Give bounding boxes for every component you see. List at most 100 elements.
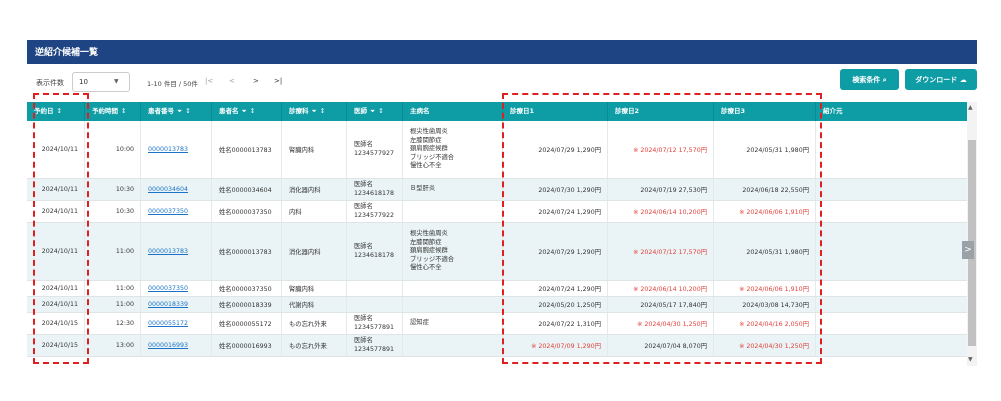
cell-main-diagnosis bbox=[403, 297, 503, 312]
column-header-patient-id[interactable]: 患者番号 ⏷ ↕ bbox=[141, 102, 212, 121]
table-row[interactable]: 2024/10/11 11:00 姓名0000018339 代謝内科 000001833… bbox=[27, 297, 967, 313]
cell-doctor-line: 医師名 bbox=[354, 203, 373, 210]
cell-department-text: もの忘れ外来 bbox=[289, 321, 327, 328]
filter-icon[interactable]: ⏷ bbox=[242, 107, 247, 115]
search-icon: ⌕ bbox=[882, 76, 887, 84]
cell-doctor-line: 1234577922 bbox=[354, 211, 395, 219]
cell-patient-name: 姓名0000037350 bbox=[212, 201, 282, 222]
cell-patient-name-text: 姓名0000013783 bbox=[219, 249, 272, 256]
cell-doctor bbox=[347, 297, 403, 312]
first-page-icon[interactable]: |< bbox=[205, 77, 213, 85]
cell-department: もの忘れ外来 bbox=[282, 335, 347, 356]
patient-id-link[interactable]: 0000013783 bbox=[148, 248, 188, 255]
column-header-referral-source: 紹介元 bbox=[816, 102, 967, 121]
patient-id-link[interactable]: 0000013783 bbox=[148, 146, 188, 153]
next-page-icon[interactable]: > bbox=[253, 77, 259, 85]
table-row[interactable]: 2024/10/11 10:30 姓名0000034604 消化器内科 00000346… bbox=[27, 179, 967, 201]
vertical-scrollbar[interactable]: ▲ ▼ bbox=[967, 102, 977, 366]
cell-patient-name-text: 姓名0000037350 bbox=[219, 209, 272, 216]
download-button[interactable]: ダウンロード ☁ bbox=[905, 69, 977, 90]
sort-icon[interactable]: ↕ bbox=[185, 107, 190, 115]
cell-main-diagnosis: 根尖性歯周炎 左膝関節症 頚肩腕症候群 ブリッジ不適合 慢性心不全 bbox=[403, 121, 503, 178]
filter-icon[interactable]: ⏷ bbox=[312, 107, 317, 115]
cell-patient-id: 0000037350 bbox=[141, 281, 212, 296]
sort-icon[interactable]: ↕ bbox=[121, 107, 126, 115]
table-row[interactable]: 2024/10/11 11:00 姓名0000013783 消化器内科 00000137… bbox=[27, 223, 967, 281]
cell-main-diagnosis-line: 認知症 bbox=[410, 319, 429, 327]
cell-reservation-time: 10:00 bbox=[85, 121, 141, 178]
patient-id-link[interactable]: 0000034604 bbox=[148, 186, 188, 193]
cell-patient-name: 姓名0000034604 bbox=[212, 179, 282, 200]
cell-department: もの忘れ外来 bbox=[282, 313, 347, 334]
page-size-select[interactable]: 10 ▼ bbox=[72, 72, 130, 92]
cell-patient-id: 0000013783 bbox=[141, 223, 212, 280]
cell-patient-id: 0000034604 bbox=[141, 179, 212, 200]
patient-id-link[interactable]: 0000037350 bbox=[148, 285, 188, 292]
cell-department-text: 消化器内科 bbox=[289, 249, 321, 256]
table-row[interactable]: 2024/10/11 10:00 姓名0000013783 腎臓内科 000001378… bbox=[27, 121, 967, 179]
cell-main-diagnosis: Ｂ型肝炎 bbox=[403, 179, 503, 200]
sort-icon[interactable]: ↕ bbox=[250, 107, 255, 115]
cell-patient-name: 姓名0000037350 bbox=[212, 281, 282, 296]
column-header-label: 診療科 bbox=[289, 107, 309, 115]
table-row[interactable]: 2024/10/11 10:30 姓名0000037350 内科 0000037350 医… bbox=[27, 201, 967, 223]
cell-doctor: 医師名 1234577891 bbox=[347, 335, 403, 356]
table-row[interactable]: 2024/10/11 11:00 姓名0000037350 腎臓内科 000003735… bbox=[27, 281, 967, 297]
column-header-department[interactable]: 診療科 ⏷ ↕ bbox=[282, 102, 347, 121]
cell-doctor-line: 1234618178 bbox=[354, 251, 395, 259]
cell-patient-name-text: 姓名0000013783 bbox=[219, 147, 272, 154]
cell-department-text: 腎臓内科 bbox=[289, 147, 315, 154]
column-header-doctor[interactable]: 医師 ⏷ ↕ bbox=[347, 102, 403, 121]
cell-main-diagnosis-line: 頚肩腕症候群 bbox=[410, 145, 448, 153]
cell-doctor: 医師名 1234618178 bbox=[347, 179, 403, 200]
patient-id-link[interactable]: 0000037350 bbox=[148, 208, 188, 215]
cell-referral-source bbox=[816, 223, 967, 280]
cell-patient-name: 姓名0000018339 bbox=[212, 297, 282, 312]
highlight-box-visit-dates bbox=[502, 93, 822, 364]
cell-patient-name-text: 姓名0000055172 bbox=[219, 321, 272, 328]
filter-icon[interactable]: ⏷ bbox=[370, 107, 375, 115]
scroll-down-icon[interactable]: ▼ bbox=[968, 356, 973, 363]
cell-referral-source bbox=[816, 335, 967, 356]
filter-icon[interactable]: ⏷ bbox=[177, 107, 182, 115]
table-row[interactable]: 2024/10/15 13:00 姓名0000016993 もの忘れ外来 0000016… bbox=[27, 335, 967, 357]
sort-icon[interactable]: ↕ bbox=[320, 107, 325, 115]
column-header-label: 患者番号 bbox=[148, 107, 174, 115]
cell-department: 内科 bbox=[282, 201, 347, 222]
sort-icon[interactable]: ↕ bbox=[378, 107, 383, 115]
cell-doctor-line: 医師名 bbox=[354, 141, 373, 148]
cell-reservation-time: 11:00 bbox=[85, 223, 141, 280]
search-conditions-button[interactable]: 検索条件 ⌕ bbox=[840, 69, 899, 90]
cell-doctor-line: 1234577927 bbox=[354, 149, 395, 157]
cell-doctor-line: 医師名 bbox=[354, 337, 373, 344]
cell-reservation-time-text: 11:00 bbox=[115, 301, 134, 308]
page-size-value: 10 bbox=[79, 78, 88, 86]
cell-patient-name: 姓名0000013783 bbox=[212, 121, 282, 178]
cell-department: 消化器内科 bbox=[282, 223, 347, 280]
column-header-patient-name[interactable]: 患者名 ⏷ ↕ bbox=[212, 102, 282, 121]
chevron-down-icon: ▼ bbox=[114, 78, 119, 85]
patient-id-link[interactable]: 0000016993 bbox=[148, 342, 188, 349]
prev-page-icon[interactable]: < bbox=[229, 77, 235, 85]
panel-header: 逆紹介候補一覧 bbox=[27, 40, 977, 64]
cell-main-diagnosis bbox=[403, 201, 503, 222]
cell-department: 消化器内科 bbox=[282, 179, 347, 200]
cell-department: 腎臓内科 bbox=[282, 121, 347, 178]
cell-referral-source bbox=[816, 179, 967, 200]
scroll-up-icon[interactable]: ▲ bbox=[968, 104, 973, 111]
cell-referral-source bbox=[816, 201, 967, 222]
column-header-main-diagnosis: 主病名 bbox=[403, 102, 503, 121]
cell-department-text: 代謝内科 bbox=[289, 302, 315, 309]
cell-reservation-time-text: 11:00 bbox=[115, 248, 134, 255]
cell-patient-id: 0000013783 bbox=[141, 121, 212, 178]
cell-doctor-line: 医師名 bbox=[354, 243, 373, 250]
cell-department-text: 腎臓内科 bbox=[289, 286, 315, 293]
last-page-icon[interactable]: >| bbox=[274, 77, 282, 85]
table-row[interactable]: 2024/10/15 12:30 姓名0000055172 もの忘れ外来 0000055… bbox=[27, 313, 967, 335]
patient-id-link[interactable]: 0000018339 bbox=[148, 301, 188, 308]
cell-patient-name: 姓名0000055172 bbox=[212, 313, 282, 334]
cell-main-diagnosis-line: ブリッジ不適合 bbox=[410, 255, 455, 263]
side-panel-toggle-icon[interactable]: > bbox=[962, 241, 974, 259]
patient-id-link[interactable]: 0000055172 bbox=[148, 320, 188, 327]
column-header-reservation-time[interactable]: 予約時間 ↕ bbox=[85, 102, 141, 121]
